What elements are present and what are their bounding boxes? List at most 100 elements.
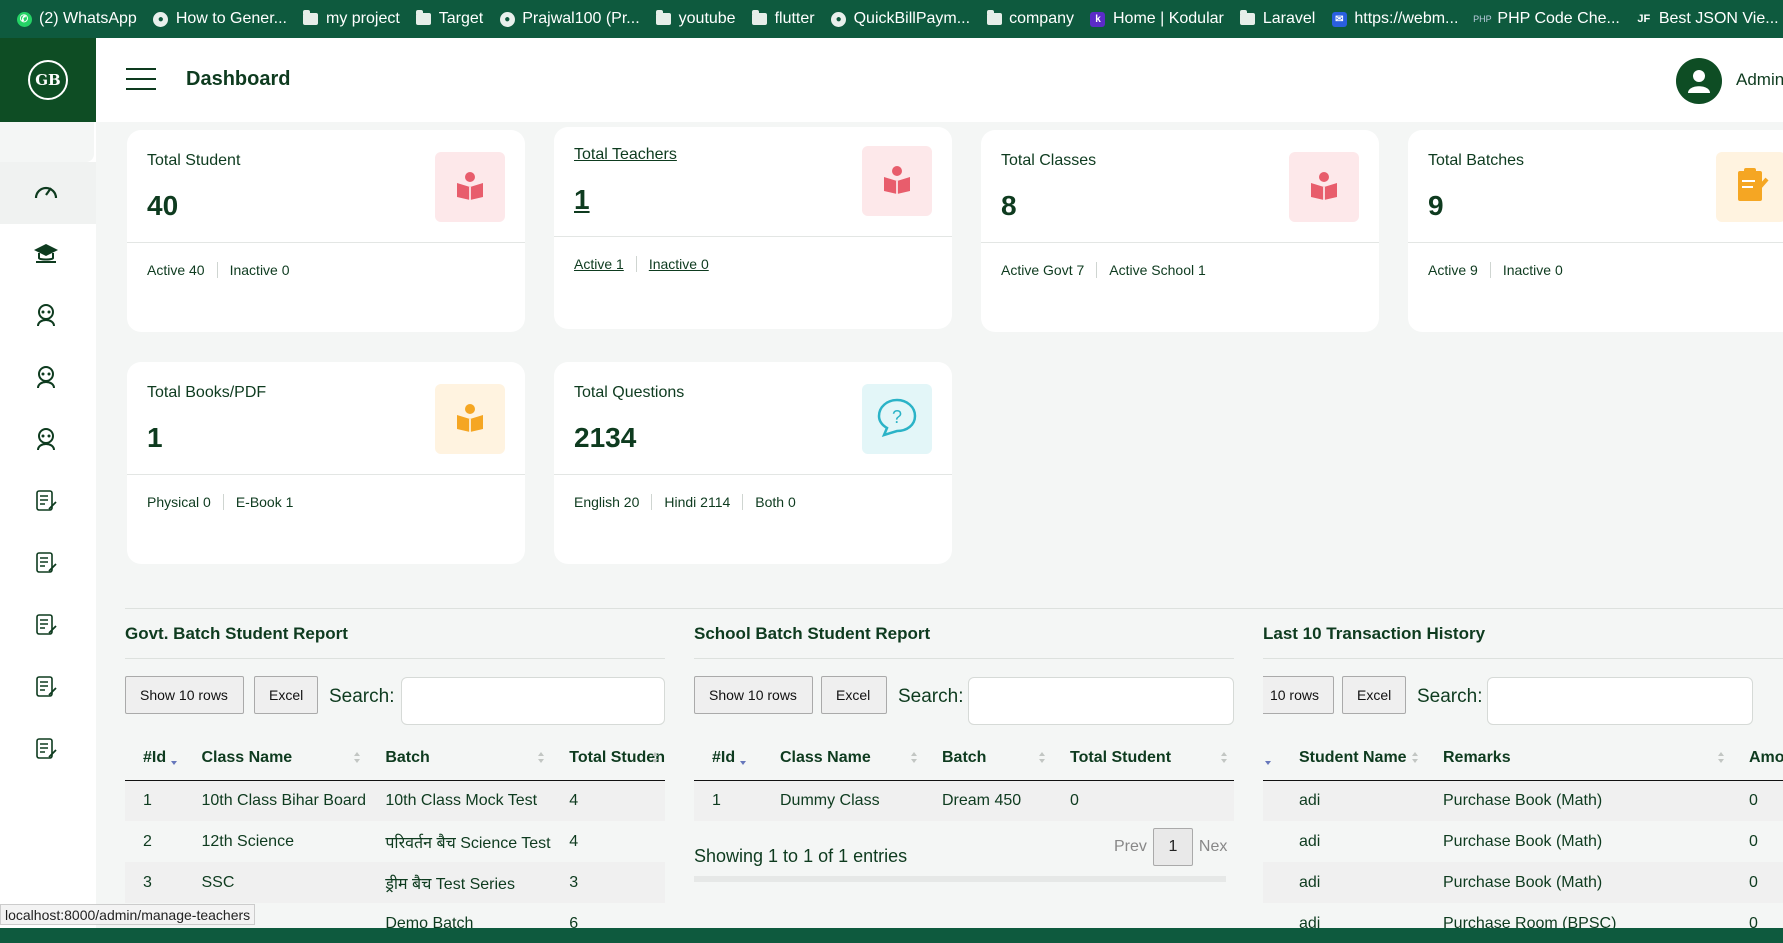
teacher-icon[interactable] xyxy=(30,423,62,455)
bookmark-item[interactable]: ● Prajwal100 (Pr... xyxy=(491,0,647,38)
card-subtotal[interactable]: Inactive 0 xyxy=(649,256,721,272)
card-value[interactable]: 1 xyxy=(574,184,590,216)
sort-icon xyxy=(740,752,747,765)
next-button[interactable]: Nex xyxy=(1199,838,1227,856)
bookmark-item[interactable]: JF Best JSON Vie... xyxy=(1628,0,1783,38)
bookmark-item[interactable]: ● How to Gener... xyxy=(145,0,295,38)
table-cell: adi xyxy=(1299,914,1321,929)
show-rows-button[interactable]: Show 10 rows xyxy=(694,676,813,714)
bookmark-label: flutter xyxy=(774,10,815,27)
govt-batch-report: Govt. Batch Student Report Show 10 rows … xyxy=(125,608,665,928)
bookmark-item[interactable]: Laravel xyxy=(1232,0,1323,38)
reader-icon xyxy=(454,169,486,206)
excel-button[interactable]: Excel xyxy=(1342,676,1406,714)
school-batch-report: School Batch Student Report Show 10 rows… xyxy=(694,608,1234,928)
column-header-label: Class Name xyxy=(780,748,871,766)
column-header[interactable]: Batch xyxy=(924,736,1052,781)
kodular-icon: k xyxy=(1090,11,1106,27)
search-label: Search: xyxy=(898,686,964,707)
column-header[interactable]: Total Studen xyxy=(551,736,665,781)
sort-icon xyxy=(354,752,361,764)
clipboard-icon xyxy=(1731,165,1771,210)
bookmark-item[interactable]: youtube xyxy=(648,0,744,38)
column-header[interactable]: #Id xyxy=(694,736,762,781)
report-icon[interactable] xyxy=(30,733,62,765)
table-cell: adi xyxy=(1299,832,1321,850)
search-input[interactable] xyxy=(968,677,1234,725)
table-cell: ड्रीम बैच Test Series xyxy=(367,862,552,903)
speedometer-icon[interactable] xyxy=(30,175,62,207)
column-header[interactable]: Student Name xyxy=(1281,736,1425,781)
teacher-icon[interactable] xyxy=(30,299,62,331)
bookmark-item[interactable]: flutter xyxy=(744,0,823,38)
card-icon-box xyxy=(1716,152,1783,222)
bookmark-item[interactable]: company xyxy=(978,0,1082,38)
card-subtotals: English 20 Hindi 2114 Both 0 xyxy=(574,494,820,510)
report-icon[interactable] xyxy=(30,547,62,579)
card-subtotal: E-Book 1 xyxy=(235,494,294,510)
stat-card[interactable]: Total Teachers 1 Active 1 Inactive 0 xyxy=(554,127,952,329)
search-input[interactable] xyxy=(401,677,665,725)
card-subtotal: Inactive 0 xyxy=(1502,262,1563,278)
user-icon xyxy=(1688,70,1710,93)
prev-button[interactable]: Prev xyxy=(1114,838,1147,856)
bookmark-item[interactable]: ● QuickBillPaym... xyxy=(823,0,978,38)
table-scrollbar[interactable] xyxy=(694,876,1226,882)
bookmark-item[interactable]: ✉ https://webm... xyxy=(1323,0,1466,38)
top-header: Dashboard Admin xyxy=(96,38,1783,122)
bottom-strip xyxy=(0,928,1783,943)
table-cell: Purchase Book (Math) xyxy=(1425,780,1731,821)
sort-icon xyxy=(652,752,659,764)
logo[interactable]: GB xyxy=(0,38,96,122)
report-icon[interactable] xyxy=(30,485,62,517)
bookmark-label: Best JSON Vie... xyxy=(1658,10,1779,27)
card-title: Total Student xyxy=(147,152,241,169)
search-input[interactable] xyxy=(1487,677,1753,725)
user-avatar[interactable] xyxy=(1676,58,1722,104)
php-icon: PHP xyxy=(1473,14,1492,24)
column-header[interactable]: #Id xyxy=(125,736,184,781)
teacher-icon[interactable] xyxy=(30,361,62,393)
bookmark-item[interactable]: my project xyxy=(295,0,408,38)
column-header[interactable]: Amou xyxy=(1731,736,1783,781)
card-title[interactable]: Total Teachers xyxy=(574,146,677,164)
show-rows-button[interactable]: Show 10 rows xyxy=(125,676,244,714)
card-subtotal: Both 0 xyxy=(755,494,796,510)
column-header[interactable]: Total Student xyxy=(1052,736,1234,781)
show-rows-button[interactable]: 10 rows xyxy=(1263,676,1334,714)
table-cell: SSC xyxy=(183,862,368,903)
govt-report-table: #Id Class Name Batch Total Studen 1 10th Cla… xyxy=(125,736,665,928)
graduation-cap-icon[interactable] xyxy=(30,237,62,269)
column-header[interactable] xyxy=(1263,736,1281,781)
menu-toggle-icon[interactable] xyxy=(126,68,156,90)
card-subtotals: Active 40 Inactive 0 xyxy=(147,262,314,278)
page-number-button[interactable]: 1 xyxy=(1152,828,1193,866)
reader-icon xyxy=(881,163,913,200)
bookmark-item[interactable]: Target xyxy=(408,0,491,38)
sidebar-spacer xyxy=(0,122,94,162)
column-header[interactable]: Batch xyxy=(367,736,552,781)
bookmark-item[interactable]: ✆ (2) WhatsApp xyxy=(8,0,145,38)
bookmark-item[interactable]: k Home | Kodular xyxy=(1082,0,1232,38)
table-cell: 10th Class Mock Test xyxy=(367,780,552,821)
table-cell: 6 xyxy=(569,914,579,929)
bookmarks-bar: ✆ (2) WhatsApp ● How to Gener... my project T… xyxy=(0,0,1783,38)
table-cell: 12th Science xyxy=(201,832,294,850)
report-icon[interactable] xyxy=(30,671,62,703)
column-header[interactable]: Remarks xyxy=(1425,736,1731,781)
globe-icon: ● xyxy=(831,11,847,27)
card-divider xyxy=(981,242,1379,243)
excel-button[interactable]: Excel xyxy=(821,676,887,714)
table-cell: adi xyxy=(1281,862,1425,903)
report-icon[interactable] xyxy=(30,609,62,641)
bookmark-item[interactable]: PHP PHP Code Che... xyxy=(1466,0,1627,38)
card-icon-box: ? xyxy=(862,384,932,454)
column-header[interactable]: Class Name xyxy=(762,736,924,781)
user-name[interactable]: Admin xyxy=(1736,70,1783,90)
column-header[interactable]: Class Name xyxy=(183,736,368,781)
card-divider xyxy=(127,242,525,243)
table-row: 1 Dummy Class Dream 450 0 xyxy=(694,780,1234,821)
column-header-label: Student Name xyxy=(1299,748,1407,766)
card-subtotal[interactable]: Active 1 xyxy=(574,256,637,272)
excel-button[interactable]: Excel xyxy=(254,676,318,714)
